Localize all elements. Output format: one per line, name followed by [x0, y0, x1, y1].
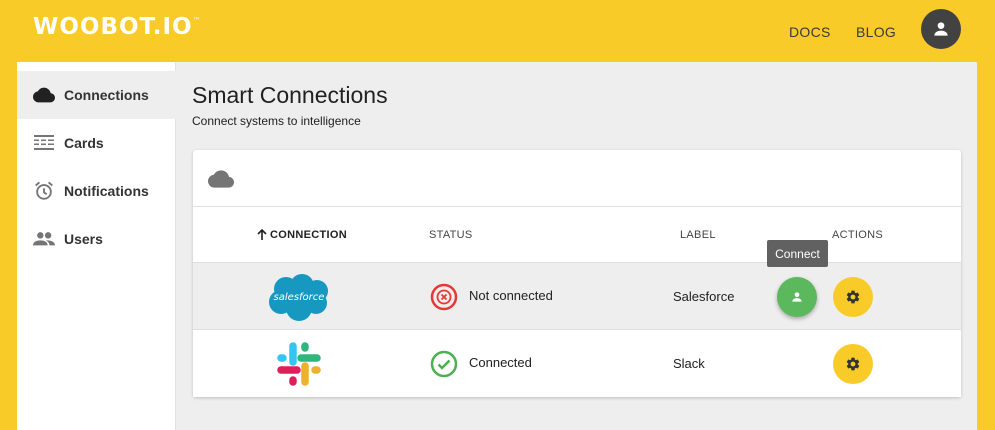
svg-text:salesforce: salesforce — [274, 292, 325, 303]
arrow-up-icon — [257, 229, 267, 240]
trademark-symbol: ™ — [192, 16, 202, 25]
connect-tooltip: Connect — [767, 240, 828, 267]
connect-button[interactable] — [777, 277, 817, 317]
main-content: Smart Connections Connect systems to int… — [176, 62, 977, 430]
connections-card: CONNECTION STATUS LABEL ACTIONS salesfor… — [193, 150, 961, 397]
settings-button[interactable] — [833, 344, 873, 384]
alarm-icon — [33, 181, 55, 201]
column-header-actions: ACTIONS — [832, 229, 883, 241]
sidebar-item-label: Notifications — [64, 183, 149, 199]
table-row: salesforce Not connected Salesforce — [193, 263, 961, 330]
salesforce-logo: salesforce — [263, 272, 335, 322]
cloud-icon — [33, 85, 55, 105]
app-header: WOOBOT.IO™ DOCS BLOG — [0, 0, 995, 62]
column-header-connection[interactable]: CONNECTION — [256, 229, 347, 241]
person-icon — [792, 292, 802, 302]
nav-blog-link[interactable]: BLOG — [856, 24, 896, 40]
connection-label: Slack — [673, 356, 705, 371]
gear-icon — [846, 290, 860, 304]
app-logo[interactable]: WOOBOT.IO™ — [33, 14, 202, 40]
gear-icon — [846, 357, 860, 371]
sidebar-item-label: Cards — [64, 135, 104, 151]
sidebar-item-connections[interactable]: Connections — [17, 71, 176, 119]
nav-docs-link[interactable]: DOCS — [789, 24, 831, 40]
sidebar-item-users[interactable]: Users — [17, 215, 176, 263]
error-circle-icon — [430, 283, 458, 311]
account-icon — [934, 22, 948, 36]
sidebar-item-label: Users — [64, 231, 103, 247]
people-icon — [33, 229, 55, 249]
check-circle-icon — [430, 350, 458, 378]
cards-icon — [33, 133, 55, 153]
status-text: Not connected — [469, 288, 553, 303]
sidebar-item-label: Connections — [64, 87, 149, 103]
column-header-status[interactable]: STATUS — [429, 229, 473, 241]
user-avatar-button[interactable] — [921, 9, 961, 49]
sidebar-item-notifications[interactable]: Notifications — [17, 167, 176, 215]
page-subtitle: Connect systems to intelligence — [192, 114, 361, 128]
main-panel: Connections Cards Notifications Users Sm… — [17, 62, 977, 430]
status-text: Connected — [469, 355, 532, 370]
connection-label: Salesforce — [673, 289, 735, 304]
table-row: Connected Slack — [193, 330, 961, 397]
sidebar: Connections Cards Notifications Users — [17, 62, 176, 430]
table-header: CONNECTION STATUS LABEL ACTIONS — [193, 206, 961, 263]
cloud-icon — [208, 170, 234, 193]
column-header-label[interactable]: LABEL — [680, 229, 716, 241]
page-title: Smart Connections — [192, 82, 388, 108]
sidebar-item-cards[interactable]: Cards — [17, 119, 176, 167]
settings-button[interactable] — [833, 277, 873, 317]
slack-logo — [263, 339, 335, 389]
